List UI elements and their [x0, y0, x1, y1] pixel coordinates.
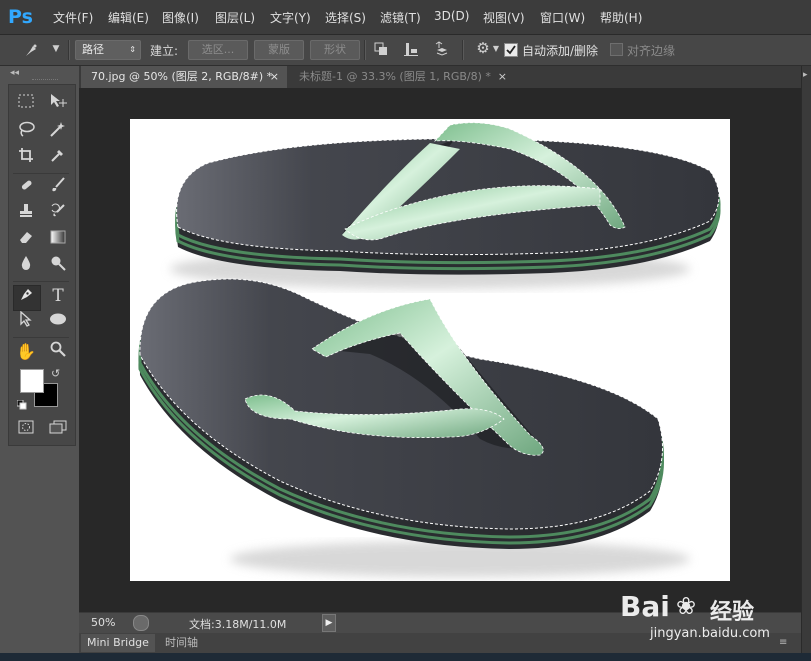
tab-untitled-1[interactable]: 未标题-1 @ 33.3% (图层 1, RGB/8) * × — [289, 66, 515, 88]
collapse-arrows-icon[interactable]: ◂◂ — [10, 68, 19, 78]
align-edges-label: 对齐边缘 — [627, 44, 676, 58]
taskbar — [0, 653, 811, 661]
menu-layer[interactable]: 图层(L) — [215, 9, 255, 26]
make-label: 建立: — [150, 44, 179, 58]
menu-window[interactable]: 窗口(W) — [540, 9, 585, 26]
clone-stamp-icon[interactable] — [15, 203, 37, 225]
align-edges-checkbox[interactable] — [610, 43, 623, 56]
watermark-url: jingyan.baidu.com — [650, 626, 770, 641]
menu-select[interactable]: 选择(S) — [325, 9, 366, 26]
baidu-watermark: Bai ❀ 经验 jingyan.baidu.com — [620, 590, 800, 650]
rect-marquee-icon[interactable] — [15, 93, 37, 115]
swap-colors-icon[interactable]: ↺ — [51, 367, 60, 380]
pen-tool-icon[interactable] — [13, 285, 41, 311]
document-size: 文档:3.18M/11.0M — [189, 618, 287, 631]
auto-add-delete-checkbox[interactable] — [504, 43, 518, 57]
tab-label-2: 未标题-1 @ 33.3% (图层 1, RGB/8) * — [299, 70, 491, 83]
tab-timeline[interactable]: 时间轴 — [159, 634, 204, 652]
photoshop-logo: Ps — [8, 6, 33, 28]
tool-strip: T ✋ ↺ — [8, 84, 76, 446]
selection-button[interactable]: 选区... — [188, 40, 248, 60]
path-operations-icon[interactable] — [372, 41, 390, 62]
watermark-brand-2: 经验 — [710, 600, 755, 625]
magic-wand-icon[interactable] — [47, 121, 69, 143]
crop-icon[interactable] — [15, 147, 37, 169]
lasso-icon[interactable] — [15, 121, 37, 143]
eraser-icon[interactable] — [15, 229, 37, 251]
default-colors-icon[interactable] — [16, 399, 27, 410]
close-icon-2[interactable]: × — [498, 66, 507, 88]
history-brush-icon[interactable] — [47, 203, 69, 225]
pen-icon[interactable] — [22, 42, 42, 63]
menu-edit[interactable]: 编辑(E) — [108, 9, 149, 26]
close-icon[interactable]: × — [270, 66, 279, 88]
menu-help[interactable]: 帮助(H) — [600, 9, 642, 26]
paw-icon: ❀ — [676, 592, 697, 620]
menu-view[interactable]: 视图(V) — [483, 9, 525, 26]
document-tab-bar: 70.jpg @ 50% (图层 2, RGB/8#) * × 未标题-1 @ … — [79, 66, 801, 88]
screen-mode-icon[interactable] — [47, 419, 69, 441]
gradient-icon[interactable] — [47, 229, 69, 251]
healing-brush-icon[interactable] — [15, 177, 37, 199]
share-icon[interactable] — [133, 615, 149, 631]
zoom-icon[interactable] — [47, 341, 69, 363]
right-panel-strip[interactable]: ▸ — [801, 66, 811, 653]
chevron-down-icon-2[interactable]: ▼ — [491, 41, 501, 57]
menu-type[interactable]: 文字(Y) — [270, 9, 311, 26]
dodge-icon[interactable] — [47, 255, 69, 277]
hand-icon[interactable]: ✋ — [15, 341, 37, 363]
gear-icon[interactable]: ⚙ — [474, 40, 492, 56]
play-icon[interactable]: ▶ — [322, 614, 336, 632]
options-bar: ▼ 路径 ⇕ 建立: 选区... 蒙版 形状 ⚙ ▼ 自动添加/删除 对齐边缘 — [0, 35, 811, 66]
path-alignment-icon[interactable] — [402, 41, 420, 62]
document-canvas[interactable] — [130, 119, 730, 581]
updown-icon: ⇕ — [129, 45, 136, 54]
quick-mask-icon[interactable] — [15, 419, 37, 441]
tab-mini-bridge[interactable]: Mini Bridge — [81, 634, 155, 652]
chevron-down-icon[interactable]: ▼ — [50, 41, 62, 57]
ellipse-icon[interactable] — [47, 311, 69, 333]
panel-grip[interactable] — [32, 79, 58, 83]
mode-select[interactable]: 路径 ⇕ — [75, 40, 141, 60]
type-icon[interactable]: T — [47, 285, 69, 307]
foreground-color-swatch[interactable] — [20, 369, 44, 393]
tab-label: 70.jpg @ 50% (图层 2, RGB/8#) * — [91, 70, 273, 83]
menu-file[interactable]: 文件(F) — [53, 9, 93, 26]
shape-button[interactable]: 形状 — [310, 40, 360, 60]
tab-70jpg[interactable]: 70.jpg @ 50% (图层 2, RGB/8#) * × — [81, 66, 287, 88]
menu-bar: Ps 文件(F) 编辑(E) 图像(I) 图层(L) 文字(Y) 选择(S) 滤… — [0, 0, 811, 35]
mask-button[interactable]: 蒙版 — [254, 40, 304, 60]
path-arrangement-icon[interactable] — [432, 41, 452, 62]
move-icon[interactable] — [47, 93, 69, 115]
flip-flops-image — [138, 122, 721, 577]
menu-3d[interactable]: 3D(D) — [434, 9, 469, 23]
watermark-brand: Bai — [620, 590, 670, 623]
auto-add-delete-label: 自动添加/删除 — [522, 44, 599, 58]
brush-icon[interactable] — [47, 177, 69, 199]
eyedropper-icon[interactable] — [47, 147, 69, 169]
path-selection-icon[interactable] — [15, 310, 37, 333]
expand-arrows-icon[interactable]: ▸ — [803, 70, 808, 80]
menu-filter[interactable]: 滤镜(T) — [380, 9, 421, 26]
menu-image[interactable]: 图像(I) — [162, 9, 199, 26]
zoom-level[interactable]: 50% — [91, 616, 115, 629]
blur-icon[interactable] — [15, 255, 37, 277]
